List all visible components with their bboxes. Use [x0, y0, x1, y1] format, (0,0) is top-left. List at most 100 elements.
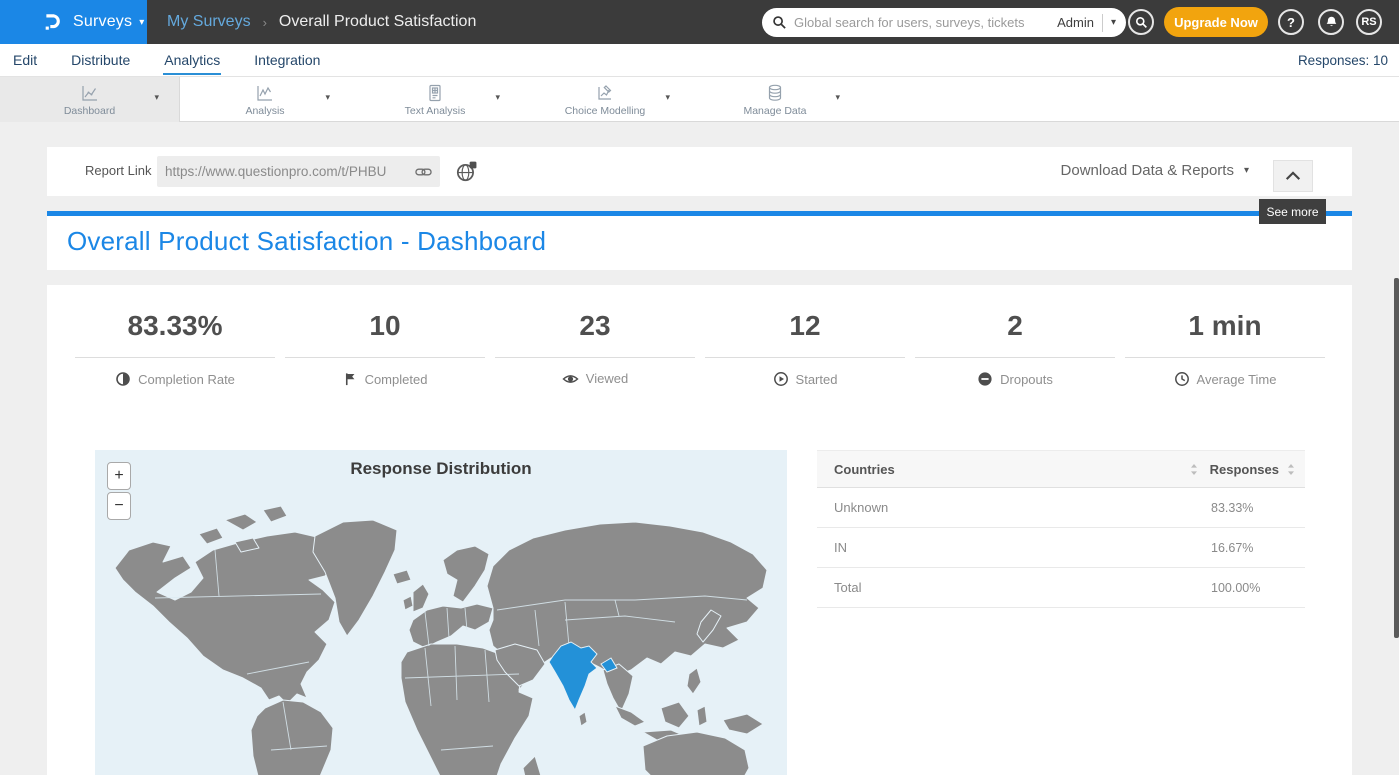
see-more-tooltip: See more	[1259, 199, 1326, 224]
toolbar-label: Dashboard	[64, 105, 115, 117]
divider	[495, 357, 695, 358]
play-icon	[773, 371, 789, 387]
global-search[interactable]: Admin ▾	[762, 8, 1126, 37]
upgrade-now-button[interactable]: Upgrade Now	[1164, 7, 1268, 37]
chevron-down-icon[interactable]: ▾	[495, 92, 500, 103]
table-row: IN 16.67%	[817, 528, 1305, 568]
table-header-row: Countries Responses	[817, 450, 1305, 488]
stat-dropouts: 2 Dropouts	[910, 310, 1120, 392]
table-row: Total 100.00%	[817, 568, 1305, 608]
toolbar-manage-data[interactable]: Manage Data ▾	[690, 77, 860, 122]
divider	[1102, 14, 1103, 32]
bell-icon	[1325, 15, 1338, 29]
stat-label: Started	[796, 372, 838, 387]
map-zoom-out-button[interactable]: −	[107, 492, 131, 520]
toolbar-analysis[interactable]: Analysis ▾	[180, 77, 350, 122]
scrollbar-thumb[interactable]	[1394, 278, 1399, 638]
stat-value: 23	[490, 310, 700, 342]
clock-icon	[1174, 371, 1190, 387]
notifications-button[interactable]	[1318, 9, 1344, 35]
database-icon	[765, 83, 785, 103]
search-scope-caret-icon[interactable]: ▾	[1111, 17, 1116, 28]
stat-average-time: 1 min Average Time	[1120, 310, 1330, 392]
map-country-india[interactable]	[549, 642, 597, 710]
advanced-search-button[interactable]	[1128, 9, 1154, 35]
flag-icon	[343, 371, 358, 387]
top-header: Surveys ▾ My Surveys › Overall Product S…	[0, 0, 1399, 44]
text-analysis-icon	[425, 83, 445, 103]
toolbar-text-analysis[interactable]: Text Analysis ▾	[350, 77, 520, 122]
responses-cell: 16.67%	[1211, 541, 1305, 555]
download-data-reports-dropdown[interactable]: Download Data & Reports ▾	[1061, 162, 1249, 179]
report-url-value: https://www.questionpro.com/t/PHBU	[165, 164, 415, 179]
chevron-down-icon: ▾	[1244, 165, 1249, 176]
see-more-toggle-button[interactable]	[1273, 160, 1313, 192]
report-url-field[interactable]: https://www.questionpro.com/t/PHBU	[157, 156, 440, 187]
stat-value: 83.33%	[70, 310, 280, 342]
chevron-down-icon[interactable]: ▾	[665, 92, 670, 103]
search-icon	[1135, 16, 1148, 29]
world-map[interactable]	[95, 450, 787, 775]
chevron-down-icon[interactable]: ▾	[154, 92, 159, 103]
avatar-initials: RS	[1361, 16, 1376, 28]
globe-privacy-icon[interactable]	[455, 160, 478, 188]
countries-table: Countries Responses Unknown 83.33% IN 16…	[817, 450, 1305, 608]
divider	[705, 357, 905, 358]
sort-icon[interactable]	[1190, 463, 1198, 476]
divider	[915, 357, 1115, 358]
breadcrumb-separator: ›	[263, 15, 267, 30]
title-card: Overall Product Satisfaction - Dashboard	[47, 211, 1352, 270]
country-cell: IN	[817, 540, 1211, 555]
minus-icon	[977, 371, 993, 387]
chevron-down-icon[interactable]: ▾	[325, 92, 330, 103]
stat-label: Dropouts	[1000, 372, 1053, 387]
chevron-down-icon[interactable]: ▾	[835, 92, 840, 103]
stat-label: Completed	[365, 372, 428, 387]
question-mark-icon: ?	[1287, 15, 1295, 30]
search-input[interactable]	[794, 15, 1057, 30]
product-name: Surveys	[73, 13, 132, 31]
divider	[1125, 357, 1325, 358]
chevron-up-icon	[1284, 170, 1302, 182]
report-link-bar: Report Link https://www.questionpro.com/…	[47, 147, 1352, 196]
dashboard-card: 83.33% Completion Rate 10 Completed 23	[47, 285, 1352, 775]
search-scope[interactable]: Admin	[1057, 15, 1094, 30]
report-link-label: Report Link	[85, 163, 151, 178]
stat-completion-rate: 83.33% Completion Rate	[70, 310, 280, 392]
toolbar-label: Analysis	[245, 105, 284, 117]
stat-label: Viewed	[586, 371, 628, 386]
line-chart-icon	[79, 83, 101, 103]
map-title: Response Distribution	[95, 459, 787, 479]
page-title: Overall Product Satisfaction - Dashboard	[67, 226, 546, 257]
help-button[interactable]: ?	[1278, 9, 1304, 35]
column-header-responses[interactable]: Responses	[1210, 462, 1279, 477]
toolbar-dashboard[interactable]: Dashboard ▾	[0, 77, 180, 122]
tab-distribute[interactable]: Distribute	[70, 45, 131, 75]
stat-label: Completion Rate	[138, 372, 235, 387]
search-icon	[772, 15, 787, 30]
stat-value: 10	[280, 310, 490, 342]
toolbar-choice-modelling[interactable]: Choice Modelling ▾	[520, 77, 690, 122]
link-icon[interactable]	[415, 165, 432, 179]
toolbar-label: Choice Modelling	[565, 105, 646, 117]
tab-edit[interactable]: Edit	[12, 45, 38, 75]
column-header-countries[interactable]: Countries	[817, 462, 1190, 477]
response-distribution-map: Response Distribution + −	[95, 450, 787, 775]
choice-modelling-icon	[594, 83, 616, 103]
avatar[interactable]: RS	[1356, 9, 1382, 35]
upgrade-label: Upgrade Now	[1174, 15, 1258, 30]
tab-integration[interactable]: Integration	[253, 45, 321, 75]
stat-started: 12 Started	[700, 310, 910, 392]
map-zoom-in-button[interactable]: +	[107, 462, 131, 490]
pie-icon	[115, 371, 131, 387]
stat-value: 1 min	[1120, 310, 1330, 342]
responses-cell: 100.00%	[1211, 581, 1305, 595]
breadcrumb: My Surveys › Overall Product Satisfactio…	[167, 0, 476, 44]
analysis-chart-icon	[254, 83, 276, 103]
stat-completed: 10 Completed	[280, 310, 490, 392]
responses-count: Responses: 10	[1298, 44, 1388, 77]
product-switcher[interactable]: Surveys ▾	[0, 0, 147, 44]
breadcrumb-my-surveys[interactable]: My Surveys	[167, 13, 251, 31]
sort-icon[interactable]	[1287, 463, 1295, 476]
tab-analytics[interactable]: Analytics	[163, 45, 221, 75]
